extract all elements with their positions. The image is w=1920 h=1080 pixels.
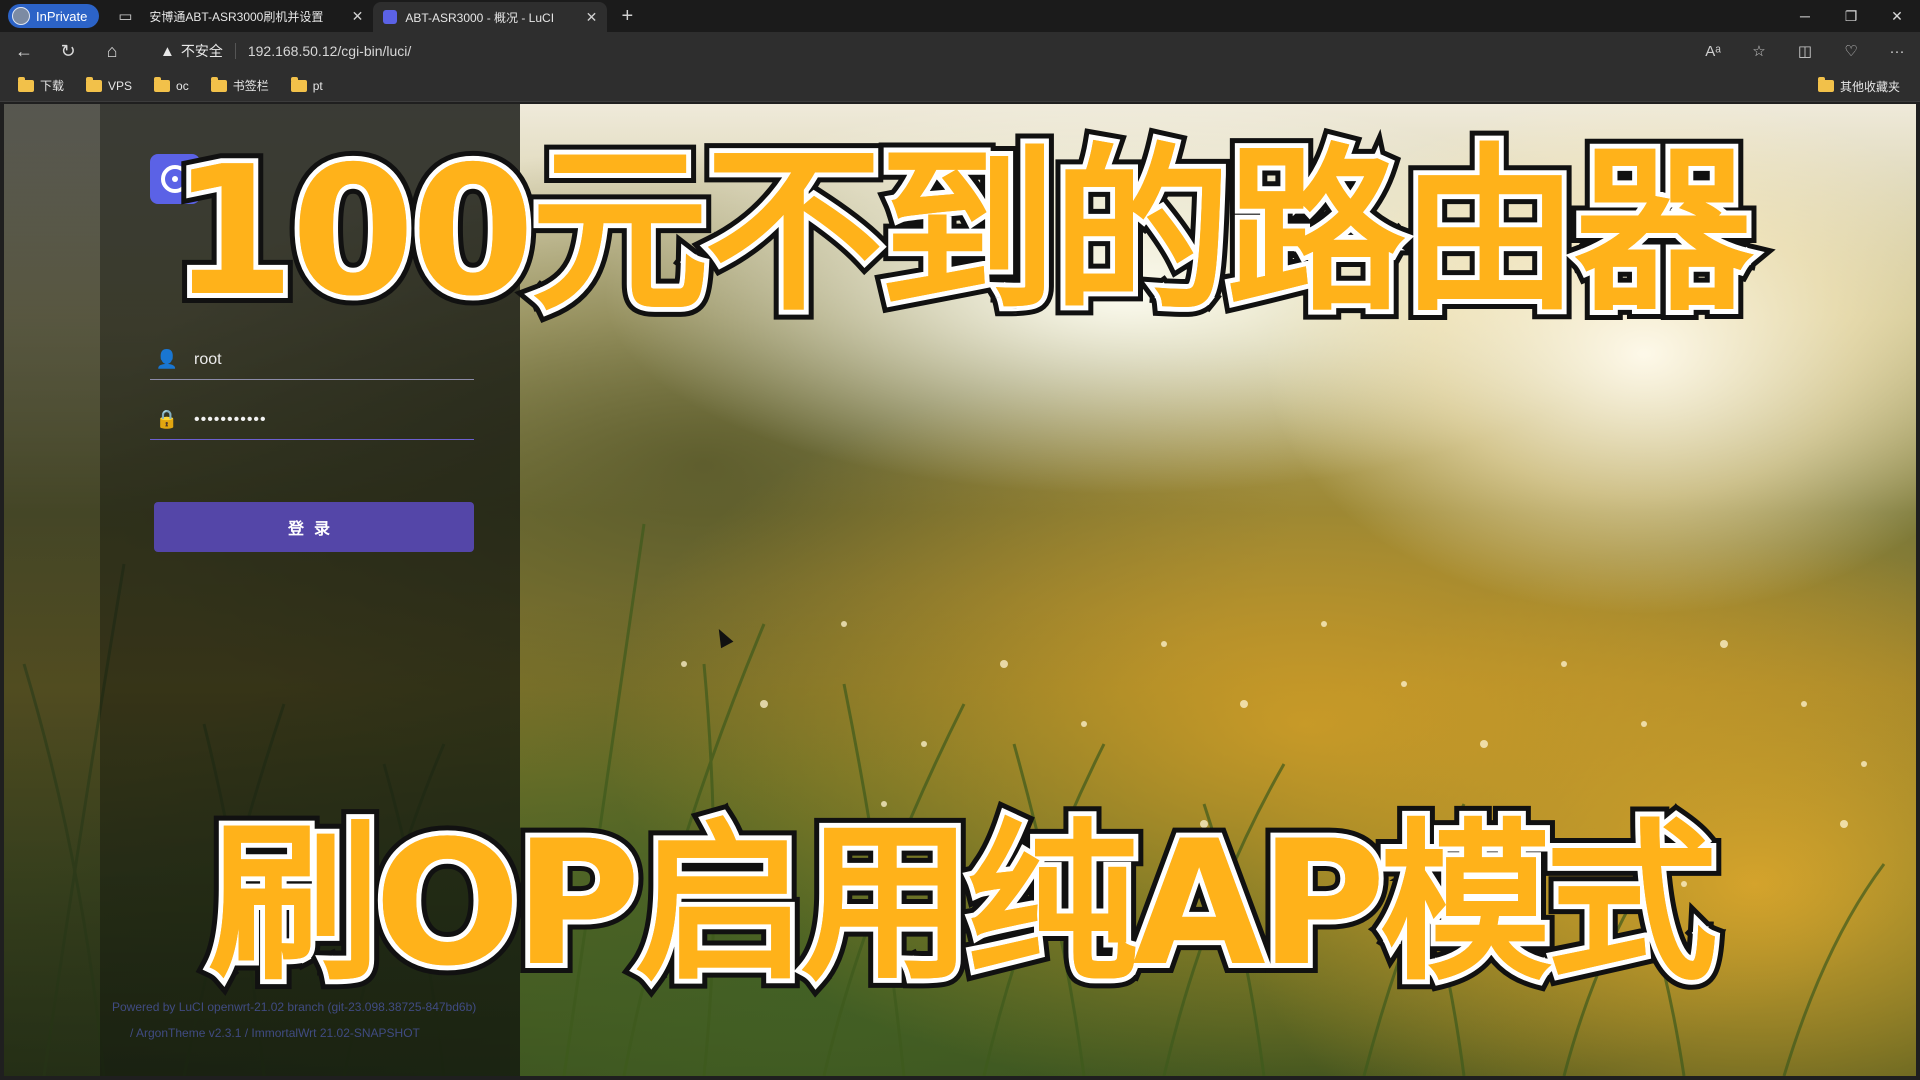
headline-bottom-text: 刷OP启用纯AP模式	[208, 803, 1717, 1004]
lock-icon: 🔒	[155, 409, 179, 429]
split-screen-icon[interactable]: ◫	[1782, 42, 1828, 60]
folder-icon	[1817, 77, 1834, 92]
favorite-star-icon[interactable]: ☆	[1736, 42, 1782, 60]
folder-icon	[86, 76, 103, 92]
read-aloud-icon[interactable]: Aᵃ	[1690, 43, 1736, 60]
bookmark-folder[interactable]: pt	[287, 76, 327, 93]
luci-icon	[383, 10, 398, 24]
bookmark-label: oc	[176, 78, 189, 93]
new-tab-button[interactable]: +	[613, 5, 641, 28]
user-icon: 👤	[155, 349, 179, 369]
folder-icon	[290, 76, 307, 92]
headline-top: 100元不到的路由器 100元不到的路由器 100元不到的路由器	[4, 122, 1916, 342]
close-tab-icon[interactable]: ✕	[352, 8, 364, 25]
headline-top-text: 100元不到的路由器	[171, 128, 1753, 335]
bookmarks-bar: 下载 VPS oc 书签栏 pt 其他收藏夹	[0, 70, 1920, 102]
bookmark-folder[interactable]: oc	[150, 76, 193, 93]
browser-essentials-icon[interactable]: ♡	[1828, 42, 1874, 60]
tab-bar: InPrivate ▭ 安博通ABT-ASR3000刷机并设置 ✕ ABT-AS…	[0, 0, 1920, 118]
address-separator	[234, 43, 236, 59]
inprivate-label: InPrivate	[36, 8, 88, 24]
restore-icon[interactable]: ❐	[1828, 0, 1874, 32]
tab-actions-icon[interactable]: ▭	[111, 4, 139, 28]
username-field[interactable]: 👤 root	[150, 340, 474, 380]
close-tab-icon[interactable]: ✕	[586, 9, 598, 26]
home-icon[interactable]: ⌂	[92, 35, 132, 67]
inprivate-badge[interactable]: InPrivate	[8, 4, 100, 28]
headline-bottom: 刷OP启用纯AP模式 刷OP启用纯AP模式 刷OP启用纯AP模式	[4, 794, 1916, 1014]
bookmark-folder[interactable]: 下载	[14, 76, 68, 94]
folder-icon	[210, 76, 227, 92]
close-window-icon[interactable]: ✕	[1874, 0, 1920, 32]
more-menu-icon[interactable]: ···	[1874, 43, 1920, 60]
window-controls: ─ ❐ ✕	[1782, 0, 1920, 32]
address-bar[interactable]: ▲ 不安全 192.168.50.12/cgi-bin/luci/	[146, 36, 1746, 66]
tab-title: 安博通ABT-ASR3000刷机并设置	[149, 9, 324, 24]
tab-active[interactable]: ABT-ASR3000 - 概况 - LuCI ✕	[373, 2, 608, 32]
password-value[interactable]: •••••••••••	[194, 411, 267, 429]
navigation-bar: ← ↻ ⌂ ▲ 不安全 192.168.50.12/cgi-bin/luci/ …	[0, 32, 1920, 70]
refresh-icon[interactable]: ↻	[48, 35, 88, 67]
bookmark-label: 书签栏	[232, 79, 269, 93]
bookmark-label: VPS	[108, 78, 133, 93]
back-icon[interactable]: ←	[4, 35, 44, 67]
bookmark-label: 其他收藏夹	[1839, 79, 1900, 94]
page-viewport: A 👤 root 🔒 ••••••••••• 登录 Powered by LuC…	[4, 104, 1916, 1076]
profile-avatar-icon	[12, 7, 30, 25]
bookmark-label: 下载	[40, 79, 65, 93]
warning-icon[interactable]: ▲	[160, 43, 175, 60]
toolbar-right: Aᵃ ☆ ◫ ♡ ···	[1690, 32, 1920, 70]
bookmark-folder[interactable]: 书签栏	[207, 76, 273, 94]
password-field[interactable]: 🔒 •••••••••••	[150, 400, 474, 440]
tab-title: ABT-ASR3000 - 概况 - LuCI	[405, 10, 555, 25]
folder-icon	[154, 76, 171, 92]
footer-theme: / ArgonTheme v2.3.1 / ImmortalWrt 21.02-…	[130, 1026, 420, 1040]
tab-inactive[interactable]: 安博通ABT-ASR3000刷机并设置 ✕	[139, 0, 373, 118]
url-text[interactable]: 192.168.50.12/cgi-bin/luci/	[248, 43, 411, 59]
bookmark-folder[interactable]: VPS	[82, 76, 136, 93]
folder-icon	[18, 76, 34, 92]
username-value[interactable]: root	[194, 351, 222, 369]
security-label[interactable]: 不安全	[181, 41, 223, 61]
other-bookmarks[interactable]: 其他收藏夹	[1814, 70, 1904, 102]
bookmark-label: pt	[312, 78, 323, 93]
login-button[interactable]: 登录	[154, 502, 474, 552]
minimize-icon[interactable]: ─	[1782, 0, 1828, 32]
